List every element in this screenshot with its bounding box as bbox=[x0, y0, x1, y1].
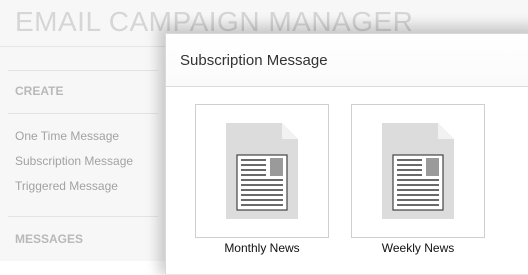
template-card-monthly-news[interactable] bbox=[195, 104, 329, 238]
document-icon bbox=[382, 123, 454, 219]
sidebar-item-triggered-message[interactable]: Triggered Message bbox=[15, 179, 118, 193]
modal-title: Subscription Message bbox=[180, 52, 328, 69]
document-icon bbox=[226, 123, 298, 219]
template-card-weekly-news[interactable] bbox=[351, 104, 485, 238]
template-label-weekly-news: Weekly News bbox=[381, 241, 455, 255]
modal-header: Subscription Message bbox=[166, 34, 528, 87]
create-heading: CREATE bbox=[15, 84, 64, 98]
template-label-monthly-news: Monthly News bbox=[224, 241, 300, 255]
sidebar-item-one-time-message[interactable]: One Time Message bbox=[15, 129, 119, 143]
sidebar-item-subscription-message[interactable]: Subscription Message bbox=[15, 154, 133, 168]
sidebar-divider bbox=[8, 216, 158, 217]
sidebar: CREATE One Time Message Subscription Mes… bbox=[0, 47, 165, 261]
sidebar-divider bbox=[8, 113, 158, 114]
subscription-message-dialog: Subscription Message Monthly News Weekly… bbox=[165, 33, 528, 274]
sidebar-divider bbox=[8, 70, 158, 71]
messages-heading: MESSAGES bbox=[15, 232, 84, 246]
